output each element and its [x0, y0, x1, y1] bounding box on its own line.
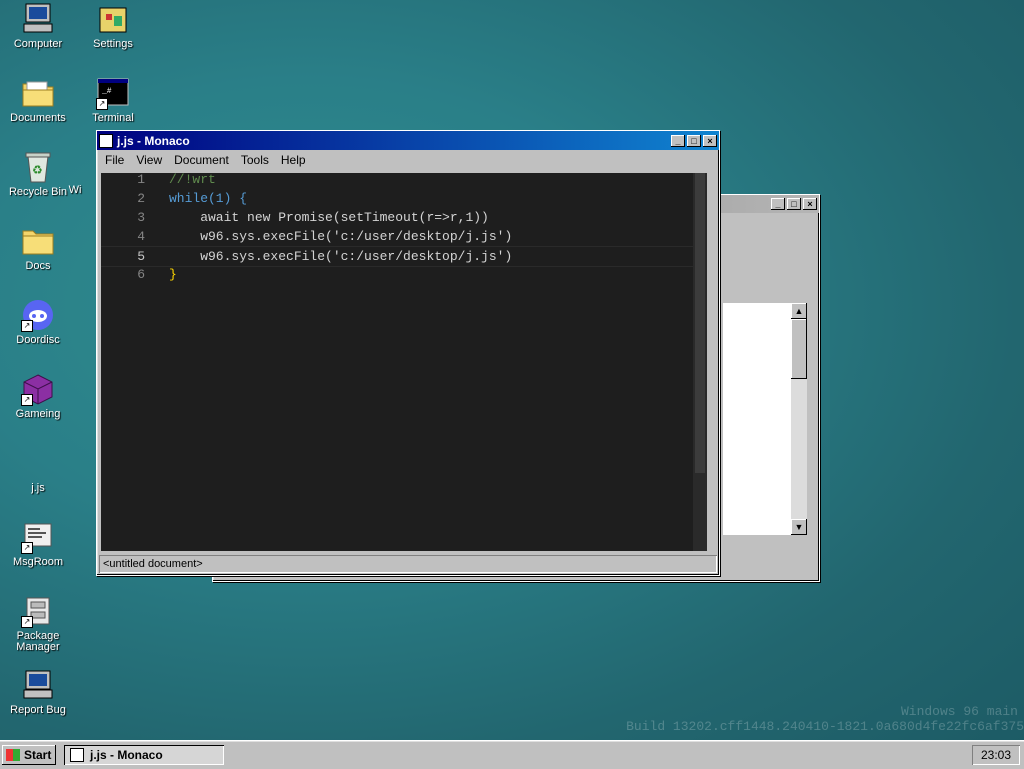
build-watermark-line1: Windows 96 main — [900, 704, 1018, 719]
desktop-icon-terminal[interactable]: _# ↗ Terminal — [76, 76, 150, 124]
desktop-icon-jjs[interactable]: j.js — [1, 446, 75, 494]
line-text: while(1) { — [169, 191, 248, 206]
cube-game-icon: ↗ — [21, 372, 55, 406]
desktop-icon-label: j.js — [31, 482, 45, 494]
menu-view[interactable]: View — [130, 153, 168, 167]
start-label: Start — [24, 748, 52, 762]
desktop-icon-label: Gameing — [15, 408, 61, 420]
desktop-icon-label: Computer — [13, 38, 63, 50]
desktop-icon-label: Documents — [10, 112, 66, 124]
desktop-icon-label: Docs — [25, 260, 51, 272]
desktop-icon-partial[interactable]: Wi — [60, 185, 90, 196]
package-icon: ↗ — [21, 594, 55, 628]
maximize-button[interactable]: □ — [687, 134, 701, 147]
line-number: 2 — [137, 191, 145, 206]
desktop-icon-label: Report Bug — [10, 704, 66, 716]
desktop-icon-report-bug[interactable]: Report Bug — [1, 668, 75, 716]
svg-text:♻: ♻ — [32, 163, 43, 177]
scroll-down-button[interactable]: ▼ — [791, 519, 807, 535]
folder-icon — [21, 224, 55, 258]
recycle-bin-icon: ♻ — [21, 150, 55, 184]
taskbar-item-editor[interactable]: j.js - Monaco — [64, 745, 224, 765]
folder-icon — [21, 76, 55, 110]
code-line: 2 while(1) { — [101, 189, 707, 208]
taskbar: Start j.js - Monaco 23:03 — [0, 740, 1024, 769]
line-number: 4 — [137, 229, 145, 244]
app-icon — [99, 133, 113, 148]
menu-help[interactable]: Help — [275, 153, 312, 167]
menu-bar: File View Document Tools Help — [97, 150, 719, 170]
desktop-icon-settings[interactable]: Settings — [76, 2, 150, 50]
computer-icon — [21, 2, 55, 36]
scroll-thumb[interactable] — [791, 319, 807, 379]
line-text: //!wrt — [169, 173, 216, 187]
line-number: 1 — [137, 173, 145, 187]
desktop-icon-label: Doordisc — [16, 334, 60, 346]
taskbar-clock: 23:03 — [972, 745, 1020, 765]
desktop-icon-docs[interactable]: Docs — [1, 224, 75, 272]
settings-icon — [96, 2, 130, 36]
desktop-icon-label: Wi — [68, 184, 82, 196]
desktop-icon-label: Package Manager — [16, 630, 60, 653]
line-number: 5 — [137, 249, 145, 264]
window-title: j.js - Monaco — [117, 133, 190, 148]
minimize-button[interactable]: _ — [771, 198, 785, 210]
file-icon — [21, 446, 55, 480]
status-bar: <untitled document> — [99, 555, 717, 573]
close-button[interactable]: × — [703, 134, 717, 147]
app-icon — [70, 748, 84, 762]
code-line: 1 //!wrt — [101, 173, 707, 189]
discord-icon: ↗ — [21, 298, 55, 332]
code-editor[interactable]: 1 //!wrt 2 while(1) { 3 await new Promis… — [101, 173, 707, 551]
maximize-button[interactable]: □ — [787, 198, 801, 210]
report-bug-icon — [21, 668, 55, 702]
windows-logo-icon — [6, 749, 20, 761]
taskbar-item-label: j.js - Monaco — [90, 748, 163, 762]
desktop-icon-doordisc[interactable]: ↗ Doordisc — [1, 298, 75, 346]
editor-scroll-thumb[interactable] — [695, 173, 705, 473]
desktop-icon-documents[interactable]: Documents — [1, 76, 75, 124]
menu-tools[interactable]: Tools — [235, 153, 275, 167]
menu-file[interactable]: File — [99, 153, 130, 167]
editor-scrollbar[interactable] — [693, 173, 707, 551]
vertical-scrollbar[interactable]: ▲ ▼ — [791, 303, 807, 535]
line-text: w96.sys.execFile('c:/user/desktop/j.js') — [169, 229, 513, 244]
minimize-button[interactable]: _ — [671, 134, 685, 147]
code-line-current: 5 w96.sys.execFile('c:/user/desktop/j.js… — [101, 246, 707, 267]
start-button[interactable]: Start — [2, 745, 56, 765]
desktop-icon-label: Settings — [93, 38, 133, 50]
desktop-icon-label: MsgRoom — [12, 556, 64, 568]
editor-titlebar[interactable]: j.js - Monaco _ □ × — [97, 131, 719, 150]
desktop-icon-msgroom[interactable]: ↗ MsgRoom — [1, 520, 75, 568]
line-text: w96.sys.execFile('c:/user/desktop/j.js') — [169, 249, 513, 264]
background-window-content — [723, 303, 793, 535]
code-line: 3 await new Promise(setTimeout(r=>r,1)) — [101, 208, 707, 227]
msgroom-icon: ↗ — [21, 520, 55, 554]
scroll-up-button[interactable]: ▲ — [791, 303, 807, 319]
desktop-icon-label: Terminal — [92, 112, 134, 124]
code-line: 6 } — [101, 265, 707, 284]
svg-text:_#: _# — [101, 87, 112, 96]
close-button[interactable]: × — [803, 198, 817, 210]
line-number: 6 — [137, 267, 145, 282]
line-text: } — [169, 267, 177, 282]
desktop-icon-package-manager[interactable]: ↗ Package Manager — [1, 594, 75, 653]
menu-document[interactable]: Document — [168, 153, 235, 167]
editor-window[interactable]: j.js - Monaco _ □ × File View Document T… — [96, 130, 720, 576]
terminal-icon: _# ↗ — [96, 76, 130, 110]
desktop-icon-computer[interactable]: Computer — [1, 2, 75, 50]
code-line: 4 w96.sys.execFile('c:/user/desktop/j.js… — [101, 227, 707, 246]
line-number: 3 — [137, 210, 145, 225]
build-watermark-line2: Build 13202.cff1448.240410-1821.0a680d4f… — [626, 719, 1024, 734]
line-text: await new Promise(setTimeout(r=>r,1)) — [169, 210, 489, 225]
desktop-icon-gameing[interactable]: ↗ Gameing — [1, 372, 75, 420]
